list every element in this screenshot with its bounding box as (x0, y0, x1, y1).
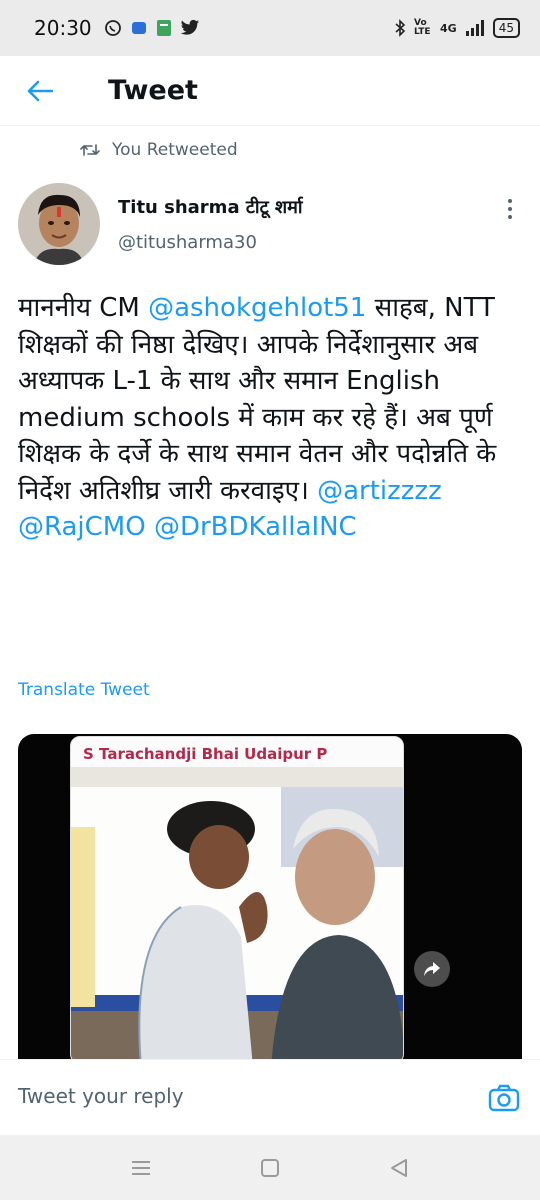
notification-icons (104, 19, 200, 37)
share-arrow-icon (424, 962, 440, 976)
system-icons: Vo LTE 4G 45 (394, 18, 520, 38)
avatar-photo (18, 183, 100, 265)
app-notification-icon (156, 20, 171, 36)
app-notification-icon (131, 22, 146, 34)
menu-icon (132, 1161, 150, 1175)
retweet-label: You Retweeted (112, 140, 238, 160)
twitter-bird-icon (180, 19, 199, 35)
whatsapp-icon (104, 20, 121, 36)
more-options-button[interactable] (500, 196, 520, 222)
retweet-icon (80, 144, 100, 156)
bluetooth-icon (395, 19, 406, 37)
translate-tweet-link[interactable]: Translate Tweet (18, 680, 150, 700)
author-handle[interactable]: @titusharma30 (118, 232, 257, 253)
tweet-text-segment (146, 512, 154, 542)
media-image: S Tarachandji Bhai Udaipur P (70, 736, 404, 1064)
retweet-indicator: You Retweeted (80, 140, 238, 160)
network-label: 4G (440, 21, 457, 35)
tweet-text: माननीय CM @ashokgehlot51 साहब, NTT शिक्ष… (18, 290, 528, 546)
camera-icon (488, 1084, 520, 1112)
home-square-icon (261, 1159, 279, 1177)
signal-icon (465, 20, 484, 36)
mention-link[interactable]: @DrBDKallaINC (154, 512, 357, 542)
mention-link[interactable]: @ashokgehlot51 (148, 293, 366, 323)
battery-indicator: 45 (492, 18, 520, 38)
back-arrow-icon (27, 80, 53, 101)
camera-button[interactable] (486, 1080, 522, 1116)
back-button[interactable] (0, 56, 80, 126)
page-title: Tweet (108, 75, 198, 106)
mention-link[interactable]: @artizzzz (317, 476, 442, 506)
reply-bar: Tweet your reply (0, 1059, 540, 1135)
more-dot (508, 215, 512, 219)
author-name[interactable]: Titu sharma टीटू शर्मा (118, 195, 303, 219)
tweet-text-segment: साहब, NTT शिक्षकों की निष्ठा देखिए। आपके… (18, 293, 497, 506)
app-header: Tweet (0, 56, 540, 126)
status-bar: 20:30 Vo LTE 4G 45 (0, 0, 540, 56)
back-nav-button[interactable] (384, 1153, 414, 1183)
media-share-button[interactable] (414, 951, 450, 987)
volte-label: Vo LTE (414, 18, 431, 37)
recent-apps-button[interactable] (126, 1153, 156, 1183)
tweet-media[interactable]: S Tarachandji Bhai Udaipur P (18, 734, 522, 1064)
avatar[interactable] (18, 183, 100, 265)
mention-link[interactable]: @RajCMO (18, 512, 146, 542)
media-photo (71, 767, 403, 1063)
home-button[interactable] (255, 1153, 285, 1183)
status-time: 20:30 (34, 16, 92, 40)
more-dot (508, 207, 512, 211)
reply-input[interactable]: Tweet your reply (18, 1084, 184, 1108)
system-navigation-bar (0, 1135, 540, 1200)
back-triangle-icon (391, 1159, 407, 1177)
media-caption: S Tarachandji Bhai Udaipur P (83, 745, 328, 763)
more-dot (508, 199, 512, 203)
tweet-text-segment: माननीय CM (18, 293, 149, 323)
